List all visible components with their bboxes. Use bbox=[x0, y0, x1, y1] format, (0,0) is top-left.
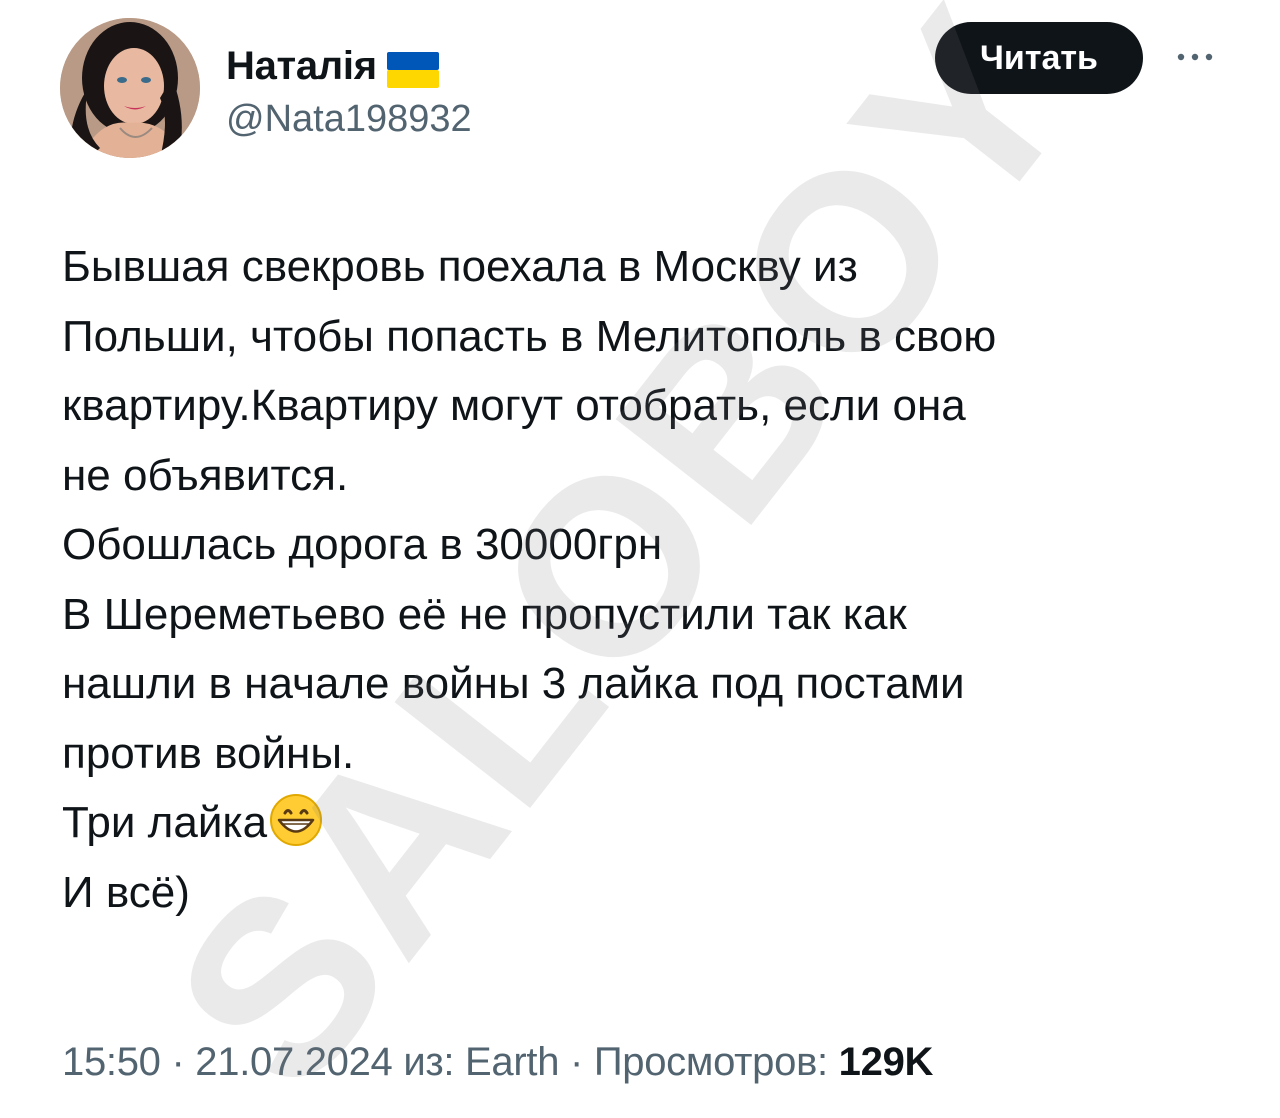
tweet-line: нашли в начале войны 3 лайка под постами bbox=[62, 659, 965, 708]
tweet-time[interactable]: 15:50 bbox=[62, 1040, 161, 1084]
tweet-line-with-emoji: Три лайка bbox=[62, 788, 1232, 858]
tweet-meta: 15:50 · 21.07.2024 из: Earth · Просмотро… bbox=[62, 1040, 933, 1085]
ukraine-flag-icon bbox=[386, 51, 439, 88]
tweet-line: В Шереметьево её не пропустили так как bbox=[62, 589, 907, 639]
tweet-line: Три лайка bbox=[62, 798, 268, 847]
tweet-line: И всё) bbox=[62, 867, 190, 917]
author-name[interactable]: Наталія bbox=[226, 44, 377, 89]
separator: · bbox=[171, 1040, 185, 1084]
tweet-line: Обошлась дорога в 30000грн bbox=[62, 520, 663, 569]
tweet-line: Польши, чтобы попасть в Мелитополь в сво… bbox=[62, 311, 997, 361]
separator: · bbox=[569, 1040, 584, 1084]
views-label: Просмотров: bbox=[593, 1040, 828, 1084]
avatar[interactable] bbox=[60, 18, 200, 158]
grinning-face-icon bbox=[269, 793, 323, 847]
tweet-text: Бывшая свекровь поехала в Москву из Поль… bbox=[62, 232, 1232, 927]
author-handle[interactable]: @Nata198932 bbox=[226, 98, 472, 141]
tweet-header: Наталія @Nata198932 Читать bbox=[60, 18, 1220, 158]
tweet-line: Бывшая свекровь поехала в Москву из bbox=[62, 242, 858, 291]
tweet-source: из: Earth bbox=[403, 1040, 560, 1084]
tweet-date[interactable]: 21.07.2024 bbox=[195, 1040, 393, 1084]
tweet-line: против войны. bbox=[62, 728, 355, 778]
author-name-row[interactable]: Наталія bbox=[226, 44, 439, 89]
views-count[interactable]: 129K bbox=[839, 1040, 934, 1084]
tweet-line: не объявится. bbox=[62, 450, 349, 500]
follow-button[interactable]: Читать bbox=[935, 22, 1143, 94]
more-dots-icon[interactable] bbox=[1170, 32, 1220, 82]
tweet-line: квартиру.Квартиру могут отобрать, если о… bbox=[62, 381, 966, 430]
profile-photo bbox=[60, 18, 200, 158]
